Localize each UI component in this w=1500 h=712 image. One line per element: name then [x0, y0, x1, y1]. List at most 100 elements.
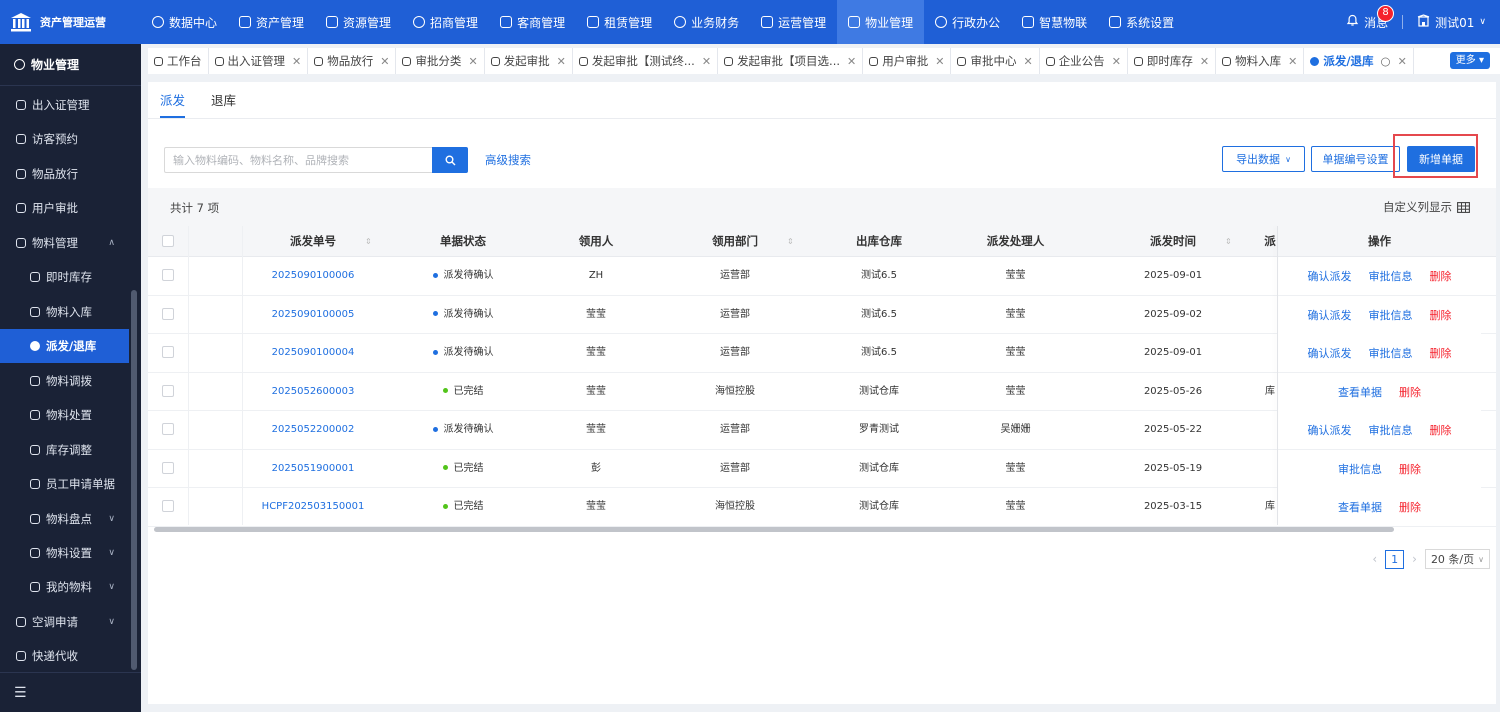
sidebar-item-12[interactable]: 物料盘点 ∨: [0, 502, 129, 536]
cell-no[interactable]: 2025090100005: [243, 296, 383, 334]
row-checkbox[interactable]: [162, 423, 174, 435]
delete-button[interactable]: 删除: [1430, 345, 1452, 361]
row-checkbox[interactable]: [162, 461, 174, 474]
row-checkbox[interactable]: [162, 500, 174, 512]
sidebar-item-14[interactable]: 我的物料 ∨: [0, 570, 129, 604]
sidebar-item-13[interactable]: 物料设置 ∨: [0, 536, 129, 570]
close-icon[interactable]: ✕: [468, 55, 477, 68]
tab-6[interactable]: 发起审批【项目选... ✕: [718, 48, 864, 74]
tabs-more-button[interactable]: 更多 ▾: [1449, 52, 1490, 69]
tab-2[interactable]: 物品放行 ✕: [308, 48, 397, 74]
sidebar-item-6[interactable]: 物料入库: [0, 295, 129, 329]
cell-no[interactable]: HCPF202503150001: [243, 488, 383, 526]
tab-8[interactable]: 审批中心 ✕: [951, 48, 1040, 74]
topnav-item-1[interactable]: 资产管理: [228, 0, 315, 44]
action-button[interactable]: 查看单据: [1338, 499, 1382, 515]
sidebar-item-7[interactable]: 派发/退库: [0, 329, 129, 363]
select-all-checkbox[interactable]: [162, 235, 174, 247]
row-checkbox[interactable]: [162, 346, 174, 358]
topnav-item-10[interactable]: 智慧物联: [1011, 0, 1098, 44]
topnav-item-2[interactable]: 资源管理: [315, 0, 402, 44]
search-button[interactable]: [432, 147, 468, 173]
messages-button[interactable]: 消息 8: [1346, 4, 1395, 31]
close-icon[interactable]: ✕: [292, 55, 301, 68]
tab-4[interactable]: 发起审批 ✕: [485, 48, 573, 74]
tab-1[interactable]: 出入证管理 ✕: [209, 48, 309, 74]
delete-button[interactable]: 删除: [1399, 384, 1421, 400]
prev-page-button[interactable]: ‹: [1372, 552, 1377, 566]
close-icon[interactable]: ✕: [935, 55, 944, 68]
numbering-settings-button[interactable]: 单据编号设置: [1311, 146, 1400, 172]
topnav-item-4[interactable]: 客商管理: [489, 0, 576, 44]
advanced-search-link[interactable]: 高级搜索: [485, 152, 531, 168]
delete-button[interactable]: 删除: [1430, 268, 1452, 284]
column-header-6[interactable]: 派发时间: [1103, 226, 1243, 257]
cell-no[interactable]: 2025052600003: [243, 373, 383, 411]
sidebar-item-2[interactable]: 物品放行: [0, 157, 129, 191]
close-icon[interactable]: ✕: [702, 55, 711, 68]
tab-5[interactable]: 发起审批【测试终... ✕: [573, 48, 719, 74]
sidebar-item-3[interactable]: 用户审批: [0, 191, 129, 225]
cell-no[interactable]: 2025090100006: [243, 257, 383, 295]
close-icon[interactable]: ✕: [1398, 55, 1407, 68]
sidebar-item-5[interactable]: 即时库存: [0, 260, 129, 294]
custom-columns-button[interactable]: 自定义列显示: [1383, 199, 1470, 215]
topnav-item-11[interactable]: 系统设置: [1098, 0, 1185, 44]
app-logo[interactable]: 资产管理运营: [0, 0, 141, 44]
topnav-item-6[interactable]: 业务财务: [663, 0, 750, 44]
action-button[interactable]: 审批信息: [1369, 345, 1413, 361]
close-icon[interactable]: ✕: [557, 55, 566, 68]
action-button[interactable]: 审批信息: [1369, 422, 1413, 438]
sidebar-scrollbar[interactable]: [131, 290, 137, 670]
sidebar-item-10[interactable]: 库存调整: [0, 433, 129, 467]
column-header-0[interactable]: 派发单号: [243, 226, 383, 257]
topnav-item-7[interactable]: 运营管理: [750, 0, 837, 44]
sidebar-item-16[interactable]: 快递代收: [0, 639, 129, 673]
row-checkbox[interactable]: [162, 307, 174, 320]
action-button[interactable]: 审批信息: [1338, 461, 1382, 477]
user-menu[interactable]: 测试01 ∨: [1417, 14, 1486, 31]
sidebar-item-11[interactable]: 员工申请单据: [0, 467, 129, 501]
close-icon[interactable]: ✕: [1288, 55, 1297, 68]
tab-9[interactable]: 企业公告 ✕: [1040, 48, 1128, 74]
action-button[interactable]: 确认派发: [1308, 422, 1352, 438]
page-number-current[interactable]: 1: [1385, 549, 1405, 569]
topnav-item-5[interactable]: 租赁管理: [576, 0, 663, 44]
action-button[interactable]: 审批信息: [1369, 307, 1413, 323]
action-button[interactable]: 确认派发: [1308, 345, 1352, 361]
action-button[interactable]: 确认派发: [1308, 307, 1352, 323]
tab-0[interactable]: 工作台: [148, 48, 209, 74]
tab-3[interactable]: 审批分类 ✕: [396, 48, 485, 74]
close-icon[interactable]: ✕: [380, 55, 389, 68]
topnav-item-9[interactable]: 行政办公: [924, 0, 1011, 44]
sidebar-item-0[interactable]: 出入证管理: [0, 88, 129, 122]
action-button[interactable]: 确认派发: [1308, 268, 1352, 284]
subtab-0[interactable]: 派发: [160, 82, 186, 118]
collapse-sidebar-button[interactable]: ☰: [0, 672, 141, 712]
next-page-button[interactable]: ›: [1412, 552, 1417, 566]
row-checkbox[interactable]: [162, 269, 174, 281]
action-button[interactable]: 查看单据: [1338, 384, 1382, 400]
sidebar-item-9[interactable]: 物料处置: [0, 398, 129, 432]
table-horizontal-scrollbar[interactable]: [154, 527, 1394, 532]
delete-button[interactable]: 删除: [1399, 499, 1421, 515]
cell-no[interactable]: 2025090100004: [243, 334, 383, 372]
topnav-item-3[interactable]: 招商管理: [402, 0, 489, 44]
topnav-item-0[interactable]: 数据中心: [141, 0, 228, 44]
tab-11[interactable]: 物料入库 ✕: [1216, 48, 1305, 74]
refresh-icon[interactable]: ○: [1381, 54, 1391, 68]
tab-10[interactable]: 即时库存 ✕: [1128, 48, 1217, 74]
column-header-3[interactable]: 领用部门: [665, 226, 805, 257]
search-input[interactable]: [164, 147, 432, 173]
tab-12[interactable]: 派发/退库 ○ ✕: [1304, 48, 1414, 74]
row-checkbox[interactable]: [162, 384, 174, 397]
sidebar-item-8[interactable]: 物料调拨: [0, 364, 129, 398]
page-size-select[interactable]: 20 条/页 ∨: [1424, 549, 1490, 569]
delete-button[interactable]: 删除: [1399, 461, 1421, 477]
subtab-1[interactable]: 退库: [211, 82, 236, 118]
close-icon[interactable]: ✕: [847, 55, 856, 68]
sidebar-item-4[interactable]: 物料管理 ∧: [0, 226, 129, 260]
topnav-item-8[interactable]: 物业管理: [837, 0, 925, 44]
cell-no[interactable]: 2025052200002: [243, 411, 383, 449]
close-icon[interactable]: ✕: [1023, 55, 1032, 68]
